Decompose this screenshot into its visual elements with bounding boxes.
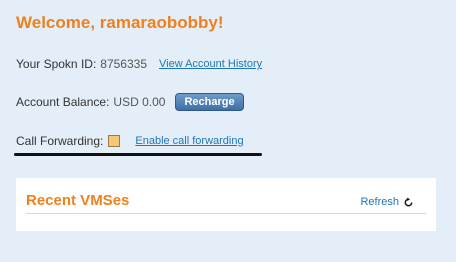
welcome-heading: Welcome, ramaraobobby! xyxy=(16,13,224,32)
account-page: Welcome, ramaraobobby! Your Spokn ID: 87… xyxy=(0,0,456,262)
account-balance-label: Account Balance: xyxy=(16,95,110,109)
panel-divider xyxy=(26,213,426,214)
annotation-underline xyxy=(14,153,262,156)
recent-vms-panel: Recent VMSes Refresh xyxy=(16,178,436,231)
spokn-id-row: Your Spokn ID: 8756335 View Account Hist… xyxy=(16,57,262,71)
spokn-id-value: 8756335 xyxy=(100,57,147,71)
refresh-icon[interactable] xyxy=(403,197,414,208)
view-account-history-link[interactable]: View Account History xyxy=(159,58,262,70)
call-forwarding-label: Call Forwarding: xyxy=(16,134,104,148)
recent-vms-title: Recent VMSes xyxy=(26,192,130,209)
enable-call-forwarding-link[interactable]: Enable call forwarding xyxy=(135,135,243,147)
refresh-button[interactable]: Refresh xyxy=(360,196,414,208)
call-forwarding-row: Call Forwarding: Enable call forwarding xyxy=(16,134,244,148)
spokn-id-label: Your Spokn ID: xyxy=(16,57,97,71)
recharge-button[interactable]: Recharge xyxy=(175,93,244,111)
refresh-label[interactable]: Refresh xyxy=(360,196,399,208)
account-balance-value: USD 0.00 xyxy=(113,95,166,109)
call-forwarding-checkbox[interactable] xyxy=(108,135,121,147)
account-balance-row: Account Balance: USD 0.00 Recharge xyxy=(16,93,244,111)
